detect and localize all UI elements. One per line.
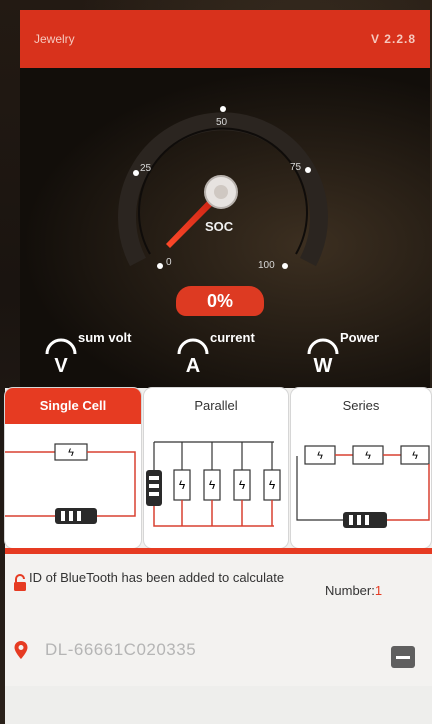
remove-device-button[interactable] — [391, 646, 415, 668]
soc-percent-badge: 0% — [176, 286, 264, 316]
tick-label-50: 50 — [216, 117, 228, 128]
svg-text:ϟ: ϟ — [68, 447, 74, 459]
mode-parallel[interactable]: Parallel ϟ ϟ ϟ ϟ — [144, 388, 288, 548]
tick-dot-100 — [282, 263, 288, 269]
ampere-gauge-icon: A — [177, 338, 209, 374]
tick-dot-75 — [305, 167, 311, 173]
tick-label-0: 0 — [166, 257, 172, 268]
tick-dot-25 — [133, 170, 139, 176]
series-diagram: ϟ ϟ ϟ — [296, 445, 430, 528]
tick-dot-50 — [220, 106, 226, 112]
svg-text:ϟ: ϟ — [317, 450, 323, 462]
tick-label-100: 100 — [258, 260, 275, 271]
location-pin-icon — [14, 641, 28, 659]
svg-text:ϟ: ϟ — [269, 478, 276, 492]
svg-text:ϟ: ϟ — [239, 478, 246, 492]
lock-icon — [14, 574, 26, 591]
bluetooth-message: ID of BlueTooth has been added to calcul… — [29, 570, 285, 585]
device-count: Number:1 — [325, 583, 382, 598]
number-value: 1 — [374, 583, 383, 598]
tick-dot-0 — [157, 263, 163, 269]
mode-single-cell[interactable]: Single Cell ϟ — [5, 388, 141, 548]
sum-volt-label: sum volt — [78, 330, 132, 345]
svg-text:A: A — [186, 355, 200, 374]
soc-label: SOC — [205, 219, 234, 234]
bluetooth-info-row: ID of BlueTooth has been added to calcul… — [5, 554, 432, 617]
number-label: Number: — [325, 583, 375, 598]
svg-text:W: W — [314, 355, 333, 374]
device-list-item[interactable]: DL-66661C020335 — [5, 616, 432, 687]
svg-text:ϟ: ϟ — [179, 478, 186, 492]
gauge-hub-center — [214, 185, 228, 199]
svg-text:ϟ: ϟ — [209, 478, 216, 492]
parallel-diagram: ϟ ϟ ϟ ϟ — [146, 441, 281, 527]
current-label: current — [210, 330, 255, 345]
tick-label-25: 25 — [140, 163, 152, 174]
mode-series[interactable]: Series ϟ ϟ ϟ — [291, 388, 431, 548]
parallel-cells: ϟ ϟ ϟ ϟ — [173, 442, 281, 526]
list-empty-area — [5, 686, 432, 724]
power-label: Power — [340, 330, 380, 345]
svg-text:ϟ: ϟ — [365, 450, 371, 462]
app-screen: Jewelry V 2.2.8 SOC 0 25 50 75 100 0% V … — [0, 0, 432, 724]
svg-text:V: V — [54, 355, 68, 374]
watt-gauge-icon: W — [307, 338, 339, 374]
svg-text:ϟ: ϟ — [412, 450, 418, 462]
device-id: DL-66661C020335 — [45, 640, 197, 659]
single-cell-diagram: ϟ — [5, 443, 136, 524]
volt-gauge-icon: V — [45, 338, 77, 374]
tick-label-75: 75 — [290, 162, 302, 173]
